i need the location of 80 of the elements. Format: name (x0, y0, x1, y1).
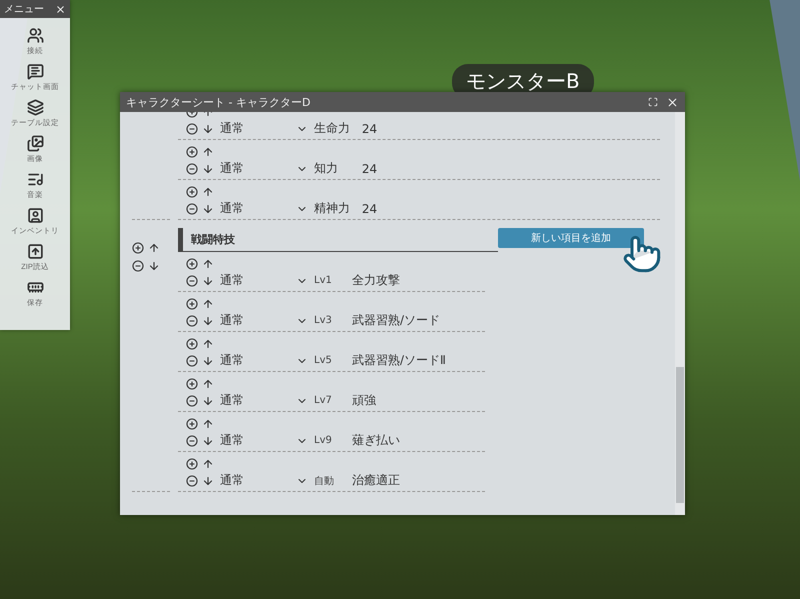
level-label: Lv1 (314, 275, 333, 286)
hand-cursor-icon (622, 234, 662, 274)
item-name: 全力攻撃 (352, 272, 400, 289)
add-icon[interactable] (186, 258, 198, 270)
up-arrow-icon[interactable] (202, 298, 214, 310)
menu-item-icon (26, 99, 44, 116)
mode-select[interactable]: 通常 (218, 160, 310, 177)
up-arrow-icon[interactable] (202, 258, 214, 270)
remove-icon[interactable] (186, 474, 198, 486)
down-arrow-icon[interactable] (202, 202, 214, 214)
window-title: キャラクターシート - キャラクターD (126, 94, 312, 110)
add-icon[interactable] (186, 458, 198, 470)
remove-icon[interactable] (186, 202, 198, 214)
item-value: 24 (362, 162, 378, 176)
up-arrow-icon[interactable] (202, 338, 214, 350)
add-icon[interactable] (186, 378, 198, 390)
add-icon[interactable] (186, 418, 198, 430)
mode-select[interactable]: 通常 (218, 312, 310, 329)
menu-item-icon (26, 243, 44, 260)
down-arrow-icon[interactable] (202, 354, 214, 366)
add-item-button[interactable]: 新しい項目を追加 (498, 228, 644, 248)
item-value: 24 (362, 122, 378, 136)
remove-icon[interactable] (186, 274, 198, 286)
down-arrow-icon[interactable] (202, 394, 214, 406)
menu-item-icon (26, 63, 44, 80)
item-name: 薙ぎ払い (352, 432, 400, 449)
mode-select[interactable]: 通常 (218, 432, 310, 449)
item-name: 武器習熟/ソード (352, 312, 440, 329)
menu-item-icon (26, 171, 44, 188)
add-icon[interactable] (186, 338, 198, 350)
level-label: Lv3 (314, 315, 333, 326)
scrollbar[interactable] (675, 112, 685, 515)
close-icon[interactable] (55, 4, 66, 14)
up-arrow-icon[interactable] (202, 186, 214, 198)
mode-select[interactable]: 通常 (218, 472, 310, 489)
mode-select[interactable]: 通常 (218, 392, 310, 409)
level-label: Lv7 (314, 395, 333, 406)
add-icon[interactable] (186, 146, 198, 158)
item-name: 生命力 (314, 120, 351, 137)
mode-select[interactable]: 通常 (218, 200, 310, 217)
item-name: 知力 (314, 160, 339, 177)
menu-title: メニュー (4, 3, 44, 16)
up-arrow-icon[interactable] (202, 378, 214, 390)
down-arrow-icon[interactable] (202, 434, 214, 446)
add-icon[interactable] (186, 186, 198, 198)
remove-icon[interactable] (186, 394, 198, 406)
maximize-icon[interactable] (648, 97, 658, 107)
mode-select[interactable]: 通常 (218, 352, 310, 369)
item-name: 精神力 (314, 200, 351, 217)
level-label: Lv5 (314, 355, 333, 366)
mode-select[interactable]: 通常 (218, 272, 310, 289)
mode-select[interactable]: 通常 (218, 120, 310, 137)
item-name: 治癒適正 (352, 472, 400, 489)
add-icon[interactable] (132, 242, 144, 254)
up-arrow-icon[interactable] (148, 242, 160, 254)
item-name: 頑強 (352, 392, 377, 409)
remove-icon[interactable] (186, 354, 198, 366)
menu-item-icon (26, 27, 44, 44)
level-label: Lv9 (314, 435, 333, 446)
close-icon[interactable] (666, 96, 679, 108)
down-arrow-icon[interactable] (148, 260, 160, 272)
remove-icon[interactable] (186, 314, 198, 326)
down-arrow-icon[interactable] (202, 274, 214, 286)
remove-icon[interactable] (186, 434, 198, 446)
up-arrow-icon[interactable] (202, 458, 214, 470)
item-value: 24 (362, 202, 378, 216)
up-arrow-icon[interactable] (202, 418, 214, 430)
item-name: 武器習熟/ソードⅡ (352, 352, 446, 369)
remove-icon[interactable] (186, 122, 198, 134)
down-arrow-icon[interactable] (202, 474, 214, 486)
menu-item-icon (26, 135, 44, 152)
remove-icon[interactable] (186, 162, 198, 174)
add-icon[interactable] (186, 298, 198, 310)
up-arrow-icon[interactable] (202, 146, 214, 158)
level-label: 自動 (314, 474, 335, 488)
down-arrow-icon[interactable] (202, 122, 214, 134)
remove-icon[interactable] (132, 260, 144, 272)
down-arrow-icon[interactable] (202, 162, 214, 174)
down-arrow-icon[interactable] (202, 314, 214, 326)
menu-item-icon (26, 207, 44, 224)
